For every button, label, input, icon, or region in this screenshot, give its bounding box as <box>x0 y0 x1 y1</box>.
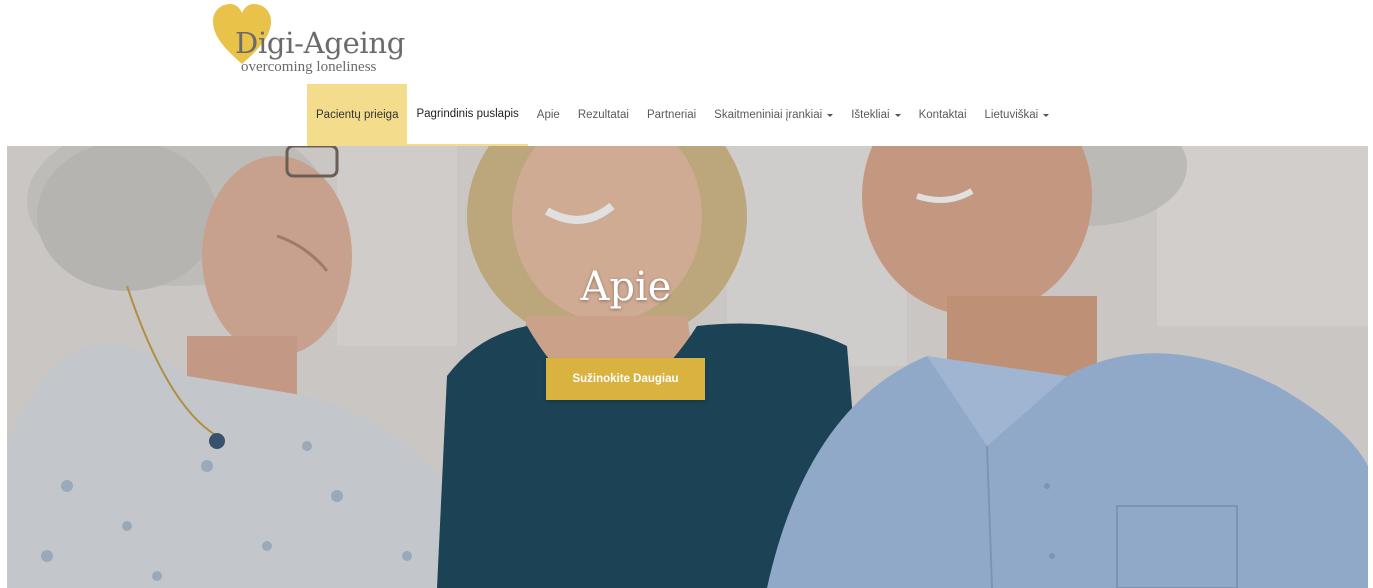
caret-down-icon <box>894 113 901 117</box>
learn-more-button[interactable]: Sužinokite Daugiau <box>546 358 705 400</box>
nav-item-label: Ištekliai <box>851 109 890 121</box>
main-nav: Pacientų prieiga Pagrindinis puslapis Ap… <box>307 84 1058 146</box>
caret-down-icon <box>1043 113 1050 117</box>
nav-item-label: Kontaktai <box>918 109 967 121</box>
nav-item-label: Pagrindinis puslapis <box>416 108 519 120</box>
nav-item-label: Lietuviškai <box>984 109 1039 121</box>
logo-title: Digi-Ageing <box>235 26 406 60</box>
nav-item-label: Apie <box>536 109 560 121</box>
caret-down-icon <box>827 113 834 117</box>
nav-item-label: Pacientų prieiga <box>316 109 399 121</box>
nav-item-patient-access[interactable]: Pacientų prieiga <box>307 84 408 146</box>
nav-item-results[interactable]: Rezultatai <box>569 84 638 146</box>
nav-item-digital-tools[interactable]: Skaitmeniniai įrankiai <box>705 84 842 146</box>
nav-item-about[interactable]: Apie <box>528 84 569 146</box>
logo-tagline: overcoming loneliness <box>241 59 377 75</box>
nav-item-contacts[interactable]: Kontaktai <box>910 84 976 146</box>
site-header: Digi-Ageing overcoming loneliness Pacien… <box>0 0 1373 146</box>
nav-item-partners[interactable]: Partneriai <box>638 84 705 146</box>
nav-item-resources[interactable]: Ištekliai <box>842 84 909 146</box>
nav-item-label: Skaitmeniniai įrankiai <box>714 109 823 121</box>
nav-item-language[interactable]: Lietuviškai <box>976 84 1059 146</box>
hero-banner: Apie Sužinokite Daugiau <box>7 146 1368 588</box>
nav-item-home[interactable]: Pagrindinis puslapis <box>407 84 528 146</box>
page: Digi-Ageing overcoming loneliness Pacien… <box>0 0 1373 588</box>
nav-item-label: Rezultatai <box>577 109 629 121</box>
site-logo[interactable]: Digi-Ageing overcoming loneliness <box>212 4 405 78</box>
nav-item-label: Partneriai <box>646 109 697 121</box>
hero-title: Apie <box>580 264 672 310</box>
